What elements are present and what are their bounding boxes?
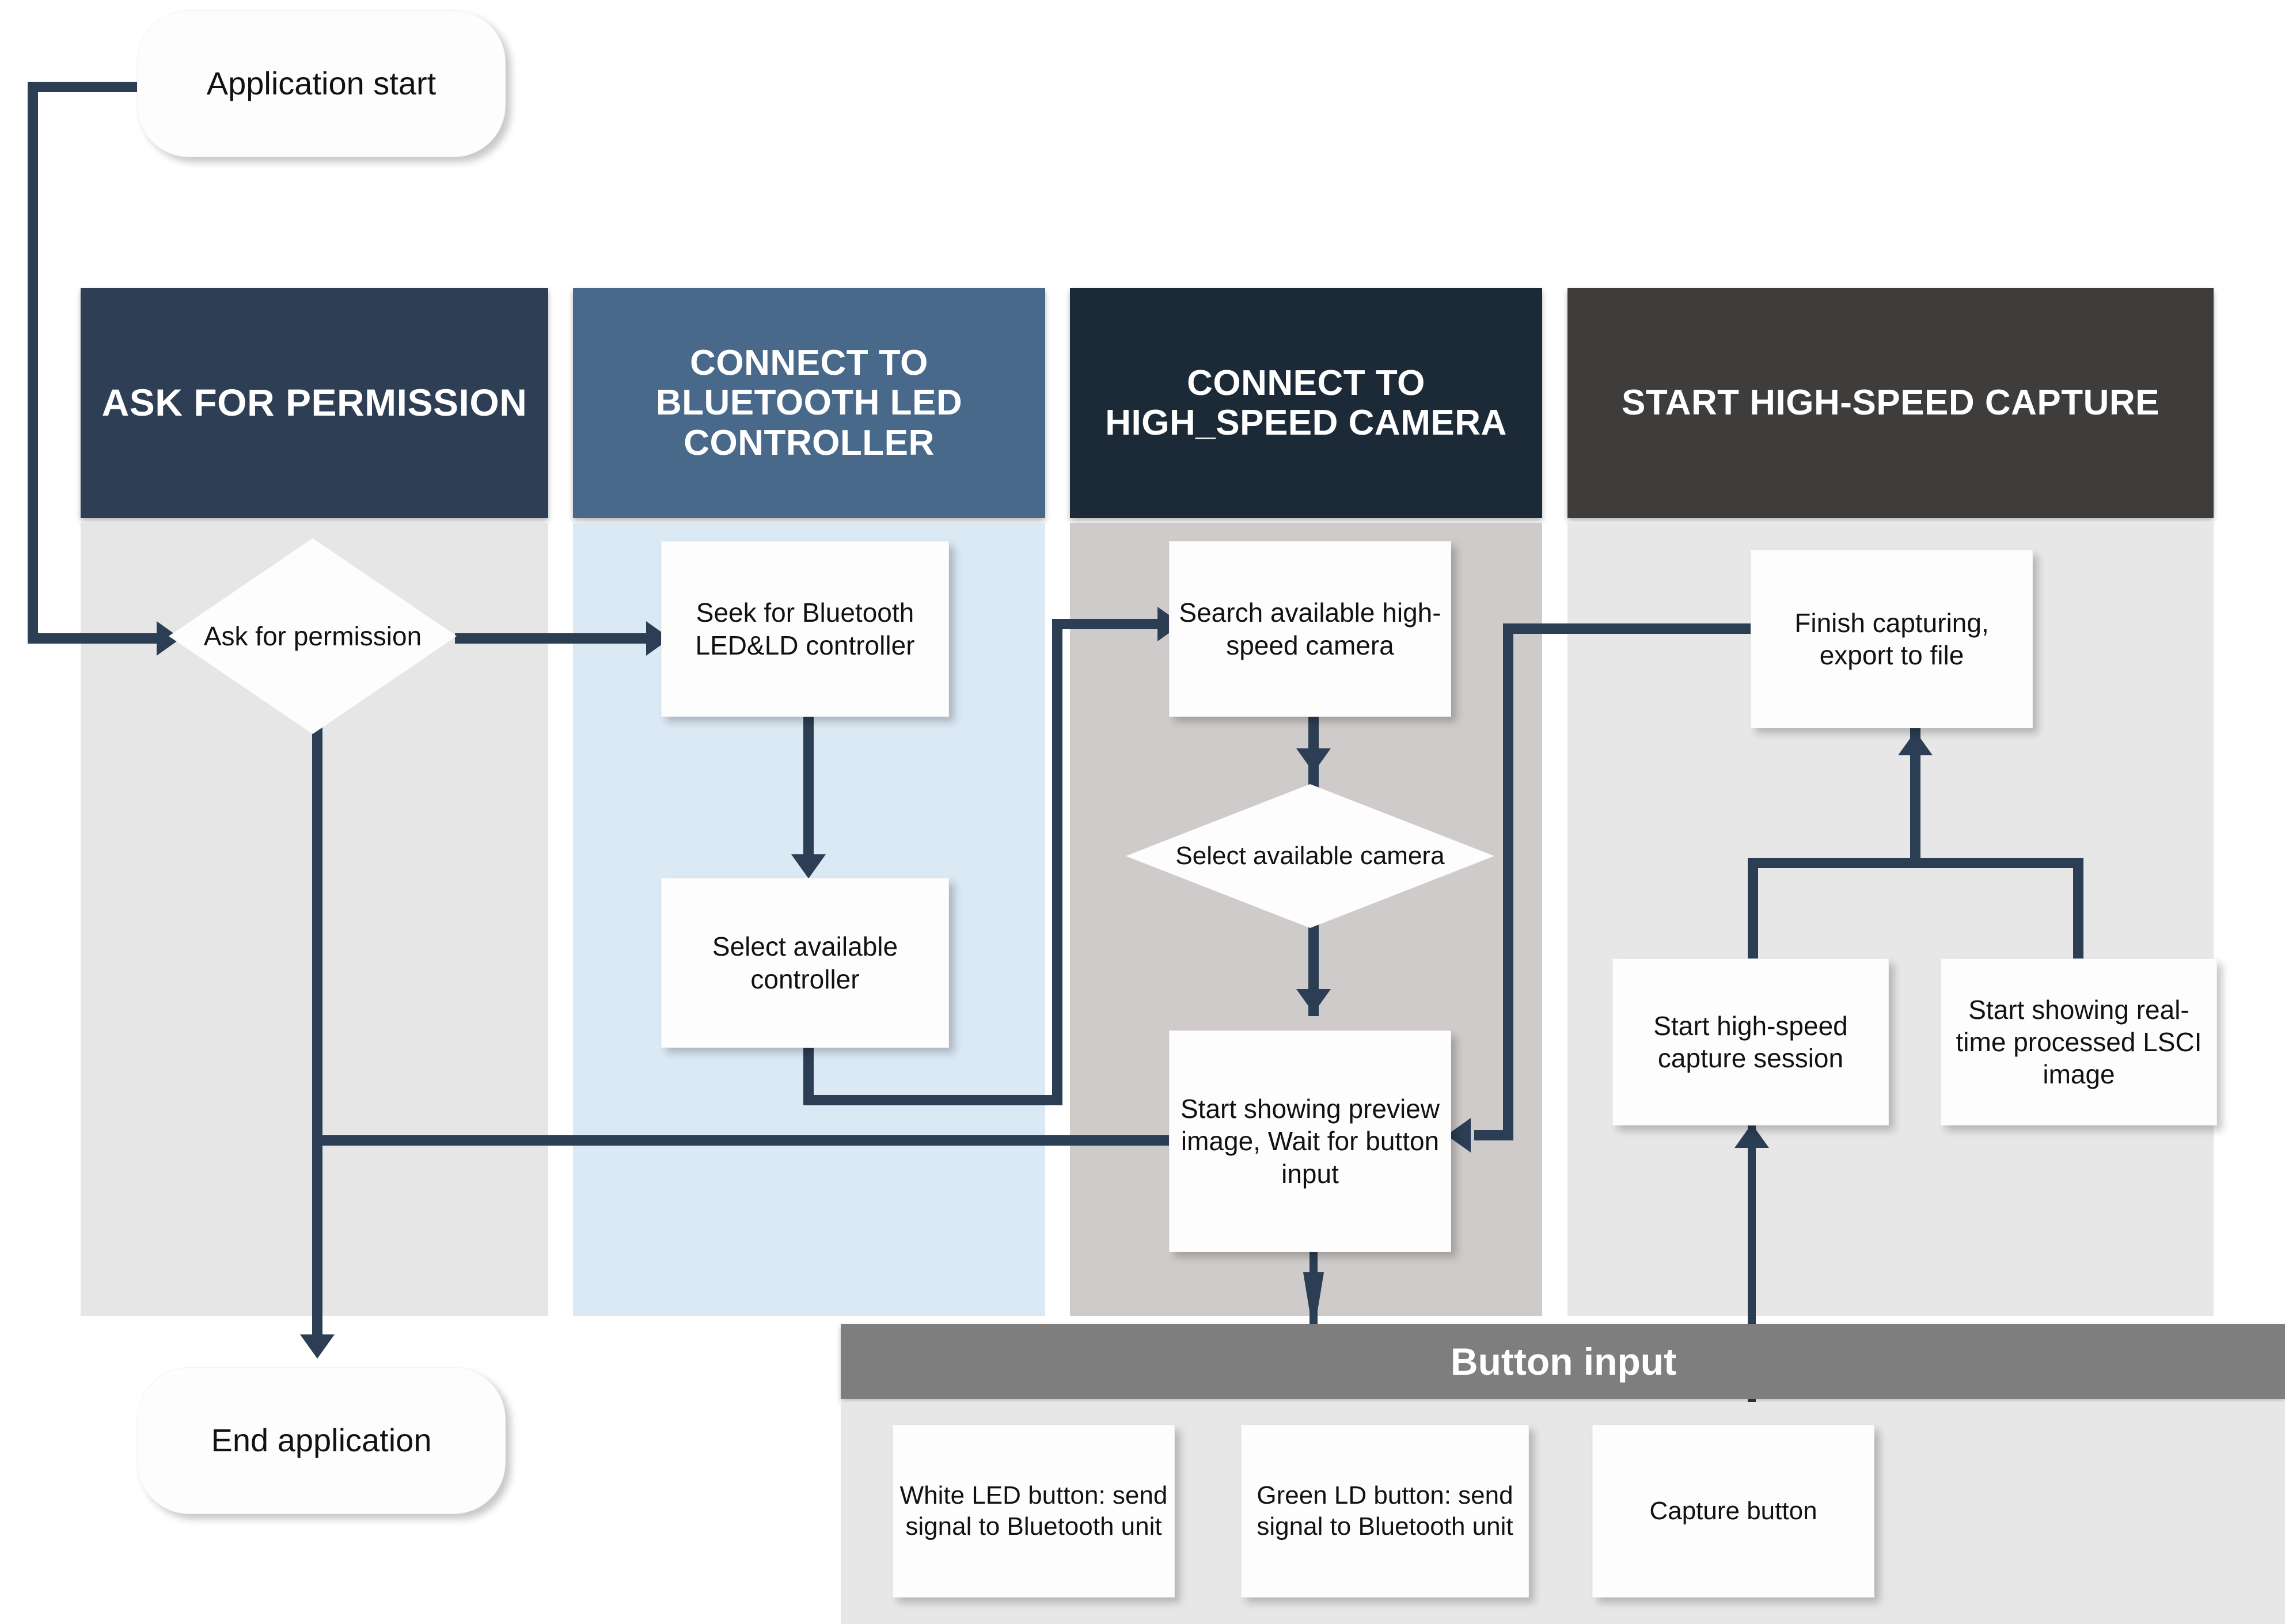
connector-start-to-permission-h1 <box>28 82 137 92</box>
process-start-capture-session: Start high-speed capture session <box>1612 959 1889 1125</box>
decision-label: Select available camera <box>1175 842 1445 870</box>
lane-header-connect-camera: CONNECT TO HIGH_SPEED CAMERA <box>1070 288 1542 518</box>
process-label: Start showing real-time processed LSCI i… <box>1956 994 2202 1090</box>
decision-ask-for-permission: Ask for permission <box>169 538 457 734</box>
button-input-label: Green LD button: send signal to Bluetoot… <box>1257 1481 1513 1541</box>
lane-header-label: CONNECT TO HIGH_SPEED CAMERA <box>1105 363 1507 443</box>
connector-finish-to-preview-h2 <box>1474 1130 1513 1140</box>
connector-capture-session-up <box>1748 858 1758 961</box>
terminal-end-application: End application <box>137 1367 506 1514</box>
button-input-header-label: Button input <box>1450 1340 1677 1383</box>
connector-permission-to-seek <box>455 633 651 644</box>
process-seek-bluetooth-controller: Seek for Bluetooth LED&LD controller <box>661 541 949 717</box>
connector-start-to-permission-v <box>28 82 38 644</box>
button-input-label: White LED button: send signal to Bluetoo… <box>899 1481 1168 1541</box>
button-input-band-header: Button input <box>841 1324 2285 1399</box>
connector-controller-to-camera-v2 <box>1052 619 1062 1105</box>
process-label: Seek for Bluetooth LED&LD controller <box>695 598 915 660</box>
arrow-into-select-controller <box>791 854 826 878</box>
terminal-label: Application start <box>206 65 436 102</box>
process-search-available-camera: Search available high-speed camera <box>1169 541 1451 717</box>
process-label: Select available controller <box>712 931 898 994</box>
process-select-available-controller: Select available controller <box>661 878 949 1048</box>
process-label: Start high-speed capture session <box>1653 1010 1848 1073</box>
button-input-green-ld: Green LD button: send signal to Bluetoot… <box>1241 1425 1529 1598</box>
lane-header-label: ASK FOR PERMISSION <box>101 381 527 424</box>
process-start-showing-lsci: Start showing real-time processed LSCI i… <box>1941 959 2217 1125</box>
arrow-into-preview <box>1296 989 1331 1013</box>
connector-rail-to-preview-h <box>312 1135 1176 1146</box>
process-finish-capturing-export: Finish capturing, export to file <box>1751 550 2033 728</box>
connector-permission-to-end-v <box>312 714 322 1337</box>
button-input-white-led: White LED button: send signal to Bluetoo… <box>893 1425 1175 1598</box>
connector-controller-to-camera-h1 <box>803 1095 1062 1105</box>
lane-header-connect-bluetooth: CONNECT TO BLUETOOTH LED CONTROLLER <box>573 288 1045 518</box>
button-input-label: Capture button <box>1649 1497 1817 1526</box>
process-label: Search available high-speed camera <box>1179 598 1441 660</box>
process-label: Finish capturing, export to file <box>1794 607 1989 670</box>
arrow-into-finish-capturing <box>1898 731 1933 755</box>
lane-header-ask-for-permission: ASK FOR PERMISSION <box>81 288 548 518</box>
lane-header-start-high-speed-capture: START HIGH-SPEED CAPTURE <box>1567 288 2214 518</box>
decision-select-available-camera: Select available camera <box>1126 784 1494 928</box>
connector-finish-to-preview-h1 <box>1503 623 1774 634</box>
lane-header-label: START HIGH-SPEED CAPTURE <box>1621 383 2159 423</box>
flowchart-canvas: ASK FOR PERMISSION CONNECT TO BLUETOOTH … <box>0 0 2285 1624</box>
process-label: Start showing preview image, Wait for bu… <box>1181 1094 1440 1189</box>
connector-controller-to-camera-h2 <box>1052 619 1162 629</box>
terminal-label: End application <box>211 1422 432 1459</box>
lane-header-label: CONNECT TO BLUETOOTH LED CONTROLLER <box>655 343 963 463</box>
connector-finish-to-preview-v <box>1503 623 1513 1140</box>
arrow-into-end-application <box>300 1334 335 1359</box>
decision-label: Ask for permission <box>203 621 422 651</box>
arrow-into-capture-session <box>1734 1124 1769 1148</box>
connector-lsci-up <box>2073 858 2083 961</box>
connector-start-to-permission-h2 <box>28 633 160 644</box>
connector-seek-to-select-controller <box>803 717 814 861</box>
button-input-capture: Capture button <box>1592 1425 1874 1598</box>
arrow-into-select-camera <box>1296 748 1331 773</box>
terminal-application-start: Application start <box>137 10 506 157</box>
process-preview-wait-button: Start showing preview image, Wait for bu… <box>1169 1030 1451 1252</box>
